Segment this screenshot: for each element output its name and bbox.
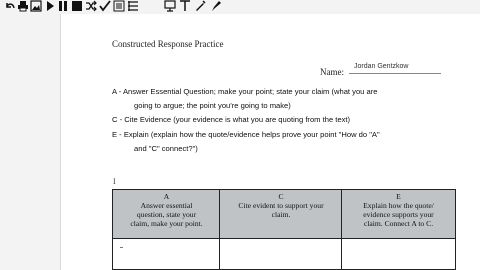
header-c-letter: C — [278, 192, 284, 201]
image-icon[interactable] — [30, 0, 42, 12]
name-field[interactable]: Jordan Gentzkow — [349, 62, 441, 74]
pause-icon[interactable] — [57, 0, 69, 12]
header-e-letter: E — [396, 192, 401, 201]
check-icon[interactable] — [99, 0, 111, 12]
print-icon[interactable] — [17, 0, 29, 12]
pen-icon[interactable] — [210, 0, 222, 12]
monitor-icon[interactable] — [164, 0, 176, 12]
instruction-a-line2: going to argue; the point you're going t… — [134, 101, 291, 110]
pencil-icon[interactable] — [194, 0, 206, 12]
text-cursor: I — [113, 177, 116, 186]
list-icon[interactable] — [113, 0, 125, 12]
header-e-line2: evidence supports your — [363, 210, 434, 219]
document-page: Constructed Response Practice Name: Jord… — [60, 14, 480, 270]
grid-icon[interactable] — [127, 0, 139, 12]
undo-icon[interactable] — [4, 0, 16, 12]
header-e-line3: claim. Connect A to C. — [363, 219, 434, 228]
header-cell-c: C Cite evident to support your claim. — [220, 192, 342, 219]
page-title: Constructed Response Practice — [112, 39, 224, 49]
stop-icon[interactable] — [71, 0, 83, 12]
header-c-line1: Cite evident to support your — [238, 201, 324, 210]
header-cell-a: A Answer essential question, state your … — [113, 192, 220, 228]
instruction-a-line1: A - Answer Essential Question; make your… — [112, 87, 378, 96]
header-a-line1: Answer essential — [140, 201, 193, 210]
name-label: Name: — [320, 67, 344, 77]
toolbar — [0, 0, 480, 14]
acE-table[interactable]: A Answer essential question, state your … — [112, 189, 456, 270]
header-a-letter: A — [163, 192, 170, 201]
header-a-line2: question, state your — [136, 210, 197, 219]
cell-mark — [120, 247, 123, 248]
header-a-line3: claim, make your point. — [130, 219, 203, 228]
instruction-c: C - Cite Evidence (your evidence is what… — [112, 115, 351, 124]
play-icon[interactable] — [44, 0, 56, 12]
instruction-e-line1: E - Explain (explain how the quote/evide… — [112, 130, 380, 139]
header-e-line1: Explain how the quote/ — [363, 201, 434, 210]
pin-icon[interactable] — [179, 0, 191, 12]
header-c-line2: claim. — [271, 210, 291, 219]
shuffle-icon[interactable] — [85, 0, 97, 12]
instruction-e-line2: and "C" connect?") — [134, 144, 198, 153]
header-cell-e: E Explain how the quote/ evidence suppor… — [342, 192, 455, 228]
